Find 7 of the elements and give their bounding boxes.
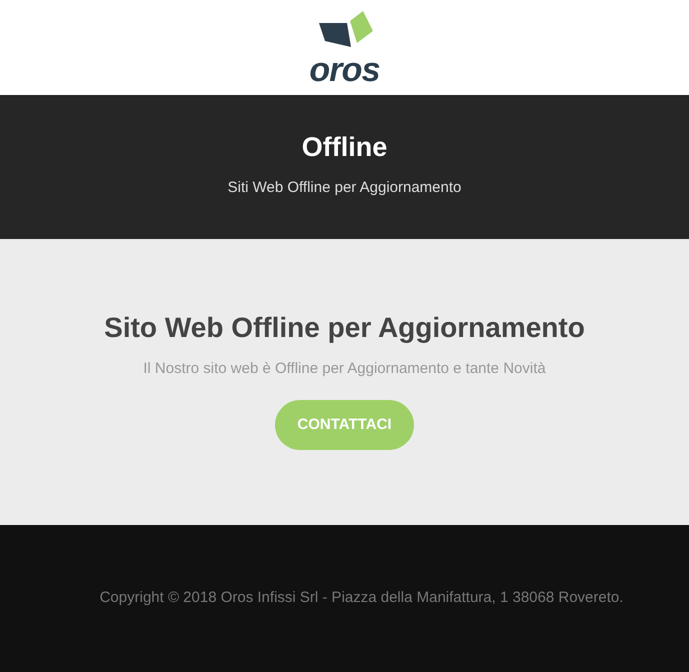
hero-subtitle: Siti Web Offline per Aggiornamento <box>228 178 462 198</box>
contact-button[interactable]: CONTATTACI <box>275 400 414 450</box>
hero-title: Offline <box>302 134 388 162</box>
main-text: Il Nostro sito web è Offline per Aggiornamento e tante Novità <box>143 358 546 379</box>
main-heading: Sito Web Offline per Aggiornamento <box>104 314 585 342</box>
logo-text: oros <box>309 54 380 84</box>
copyright-text: Copyright © 2018 Oros Infissi Srl - Piazza della Manifattura, 1 38068 Rovereto. <box>100 588 624 608</box>
